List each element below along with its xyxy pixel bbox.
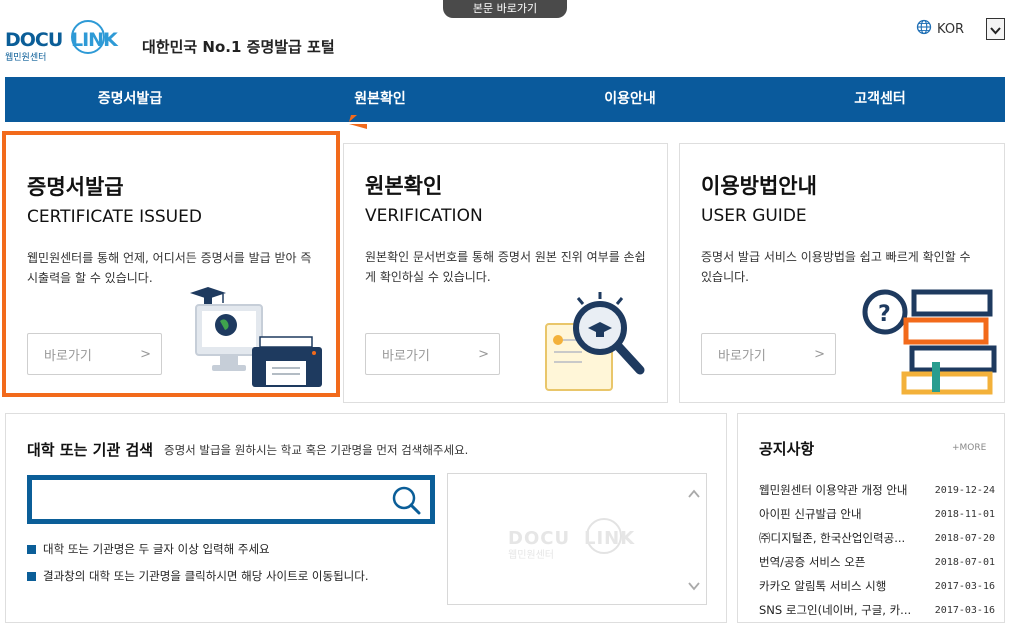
svg-text:웹민원센터: 웹민원센터 <box>5 52 46 63</box>
language-selector[interactable]: KOR <box>916 19 964 39</box>
notice-item-title: 아이핀 신규발급 안내 <box>759 507 862 521</box>
notice-item-date: 2018-07-01 <box>934 556 995 568</box>
question-books-icon: ? <box>860 286 1000 400</box>
search-input[interactable] <box>36 484 386 515</box>
card-description: 증명서 발급 서비스 이용방법을 쉽고 빠르게 확인할 수 있습니다. <box>701 250 971 284</box>
docu-link-logo[interactable]: DOCU LINK 웹민원센터 <box>5 14 133 64</box>
card-subtitle: USER GUIDE <box>701 206 807 226</box>
search-results-box[interactable]: DOCU LINK 웹민원센터 <box>447 473 707 605</box>
search-tip-text: 결과창의 대학 또는 기관명을 클릭하시면 해당 사이트로 이동됩니다. <box>43 569 369 583</box>
card-title: 이용방법안내 <box>701 174 817 198</box>
globe-icon <box>916 19 932 39</box>
search-tip: 결과창의 대학 또는 기관명을 클릭하시면 해당 사이트로 이동됩니다. <box>27 568 368 584</box>
notice-item-title: SNS 로그인(네이버, 구글, 카... <box>759 603 912 617</box>
notice-item-date: 2019-12-24 <box>934 484 995 496</box>
scroll-down-button[interactable] <box>687 578 701 592</box>
notice-item-date: 2017-03-16 <box>934 604 995 616</box>
card-certificate[interactable]: 증명서발급 CERTIFICATE ISSUED 웹민원센터를 통해 언제, 어… <box>2 131 340 397</box>
card-subtitle: CERTIFICATE ISSUED <box>27 207 202 227</box>
card-verification[interactable]: 원본확인 VERIFICATION 원본확인 문서번호를 통해 증명서 원본 진… <box>343 143 668 403</box>
notice-item-title: 웹민원센터 이용약관 개정 안내 <box>759 483 908 497</box>
card-description: 원본확인 문서번호를 통해 증명서 원본 진위 여부를 손쉽게 확인하실 수 있… <box>365 250 646 284</box>
chevron-down-icon <box>990 20 1001 39</box>
notice-item[interactable]: 아이핀 신규발급 안내 2018-11-01 <box>759 502 995 526</box>
search-tip-text: 대학 또는 기관명은 두 글자 이상 입력해 주세요 <box>43 542 270 556</box>
institution-search-panel: 대학 또는 기관 검색 증명서 발급을 원하시는 학교 혹은 기관명을 먼저 검… <box>5 413 727 623</box>
chevron-down-icon <box>687 578 701 597</box>
go-button-user-guide[interactable]: 바로가기 > <box>701 333 836 375</box>
bullet-square-icon <box>27 571 36 581</box>
go-button-label: 바로가기 <box>718 348 766 364</box>
main-nav: 증명서발급 원본확인 이용안내 고객센터 <box>5 77 1005 122</box>
notice-item-date: 2018-07-20 <box>934 532 995 544</box>
results-watermark-logo: DOCU LINK 웹민원센터 <box>506 512 646 566</box>
notice-item[interactable]: 카카오 알림톡 서비스 시행 2017-03-16 <box>759 574 995 598</box>
svg-text:LINK: LINK <box>71 29 119 51</box>
svg-text:?: ? <box>878 302 891 327</box>
card-title: 원본확인 <box>365 174 443 198</box>
notice-title: 공지사항 <box>759 440 815 458</box>
card-description: 웹민원센터를 통해 언제, 어디서든 증명서를 발급 받아 즉시출력을 할 수 … <box>27 251 312 285</box>
go-button-label: 바로가기 <box>44 348 92 364</box>
computer-printer-icon <box>182 283 322 392</box>
skip-to-content-link[interactable]: 본문 바로가기 <box>443 0 567 18</box>
notice-item[interactable]: ㈜디지털존, 한국산업인력공... 2018-07-20 <box>759 526 995 550</box>
search-title: 대학 또는 기관 검색 <box>27 441 154 459</box>
scroll-up-button[interactable] <box>687 486 701 500</box>
card-title: 증명서발급 <box>27 175 124 199</box>
notice-item[interactable]: 웹민원센터 이용약관 개정 안내 2019-12-24 <box>759 478 995 502</box>
search-guide-text: 증명서 발급을 원하시는 학교 혹은 기관명을 먼저 검색해주세요. <box>164 443 469 457</box>
svg-text:LINK: LINK <box>584 528 635 549</box>
search-icon <box>390 486 422 520</box>
more-link[interactable]: +MORE <box>952 443 986 453</box>
notice-panel: 공지사항 +MORE 웹민원센터 이용약관 개정 안내 2019-12-24 아이… <box>737 413 1005 623</box>
language-label: KOR <box>937 21 965 37</box>
card-subtitle: VERIFICATION <box>365 206 483 226</box>
card-user-guide[interactable]: 이용방법안내 USER GUIDE 증명서 발급 서비스 이용방법을 쉽고 빠르… <box>679 143 1005 403</box>
notice-item-date: 2017-03-16 <box>934 580 995 592</box>
language-dropdown-button[interactable] <box>986 18 1005 40</box>
chevron-right-icon: > <box>140 346 151 362</box>
go-button-certificate[interactable]: 바로가기 > <box>27 333 162 375</box>
svg-text:웹민원센터: 웹민원센터 <box>508 549 554 561</box>
chevron-up-icon <box>687 486 701 505</box>
nav-active-marker <box>345 112 369 136</box>
nav-item-certificate[interactable]: 증명서발급 <box>55 77 205 122</box>
svg-text:DOCU: DOCU <box>5 29 62 51</box>
notice-item-title: ㈜디지털존, 한국산업인력공... <box>759 531 906 545</box>
site-slogan: 대한민국 No.1 증명발급 포털 <box>142 38 335 56</box>
notice-item-title: 카카오 알림톡 서비스 시행 <box>759 579 887 593</box>
search-box <box>27 475 435 524</box>
notice-item-date: 2018-11-01 <box>934 508 995 520</box>
notice-item-title: 번역/공증 서비스 오픈 <box>759 555 866 569</box>
chevron-right-icon: > <box>814 346 825 362</box>
notice-list: 웹민원센터 이용약관 개정 안내 2019-12-24 아이핀 신규발급 안내 20… <box>759 478 995 622</box>
magnifier-certificate-icon <box>542 288 662 402</box>
nav-item-guide[interactable]: 이용안내 <box>555 77 705 122</box>
bullet-square-icon <box>27 544 36 554</box>
notice-item[interactable]: 번역/공증 서비스 오픈 2018-07-01 <box>759 550 995 574</box>
go-button-label: 바로가기 <box>382 348 430 364</box>
search-tip: 대학 또는 기관명은 두 글자 이상 입력해 주세요 <box>27 541 270 557</box>
nav-item-verification[interactable]: 원본확인 <box>305 77 455 122</box>
svg-text:DOCU: DOCU <box>508 528 570 549</box>
notice-item[interactable]: SNS 로그인(네이버, 구글, 카... 2017-03-16 <box>759 598 995 622</box>
go-button-verification[interactable]: 바로가기 > <box>365 333 500 375</box>
nav-item-support[interactable]: 고객센터 <box>805 77 955 122</box>
chevron-right-icon: > <box>478 346 489 362</box>
search-button[interactable] <box>390 484 422 516</box>
